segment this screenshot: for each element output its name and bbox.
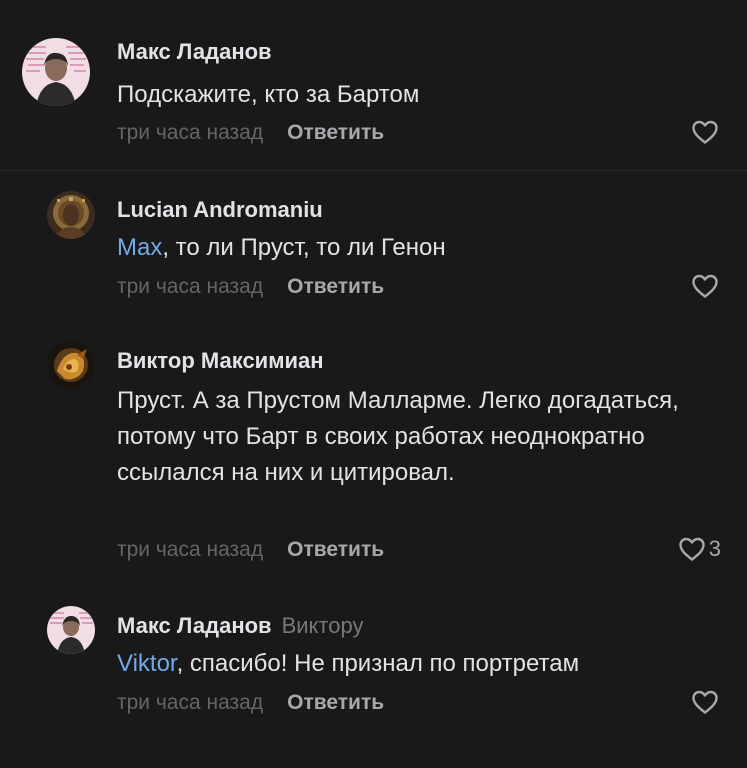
like-button[interactable] xyxy=(691,689,719,715)
comment-meta: три часа назад Ответить xyxy=(117,120,384,146)
avatar-image xyxy=(22,38,90,106)
comment-item: Lucian Andromaniu Max, то ли Пруст, то л… xyxy=(0,171,747,321)
reply-button[interactable]: Ответить xyxy=(287,538,384,561)
avatar[interactable] xyxy=(47,191,95,239)
comment-author[interactable]: Макс Ладанов xyxy=(117,38,272,66)
comment-item: Виктор Максимиан Пруст. А за Прустом Мал… xyxy=(0,321,747,581)
reply-button[interactable]: Ответить xyxy=(287,275,384,298)
avatar[interactable] xyxy=(22,38,90,106)
avatar-image xyxy=(47,191,95,239)
avatar-image xyxy=(47,341,95,389)
heart-outline-icon xyxy=(692,120,718,144)
reply-button[interactable]: Ответить xyxy=(287,121,384,144)
heart-outline-icon xyxy=(679,537,705,561)
comment-meta: три часа назад Ответить xyxy=(117,690,384,716)
reply-to-label[interactable]: Виктору xyxy=(282,613,364,638)
heart-outline-icon xyxy=(692,274,718,298)
comment-meta: три часа назад Ответить xyxy=(117,274,384,300)
like-button[interactable] xyxy=(691,273,719,299)
heart-outline-icon xyxy=(692,690,718,714)
mention-link[interactable]: Max xyxy=(117,234,162,261)
comment-author[interactable]: Виктор Максимиан xyxy=(117,347,324,375)
comment-time: три часа назад xyxy=(117,691,264,714)
comment-time: три часа назад xyxy=(117,275,264,298)
comment-time: три часа назад xyxy=(117,121,264,144)
comment-item: Макс Ладанов Подскажите, кто за Бартом т… xyxy=(0,0,747,170)
comment-text: Пруст. А за Прустом Малларме. Легко дога… xyxy=(117,387,679,486)
comment-text: Max, то ли Пруст, то ли Генон xyxy=(117,234,446,261)
comment-item: Макс Ладанов Виктору Viktor, спасибо! Не … xyxy=(0,581,747,768)
avatar-image xyxy=(47,606,95,654)
avatar[interactable] xyxy=(47,341,95,389)
like-count: 3 xyxy=(708,536,721,561)
comment-text: Подскажите, кто за Бартом xyxy=(117,81,420,108)
reply-button[interactable]: Ответить xyxy=(287,691,384,714)
avatar[interactable] xyxy=(47,606,95,654)
comment-author[interactable]: Lucian Andromaniu xyxy=(117,196,323,224)
comment-time: три часа назад xyxy=(117,538,264,561)
like-button[interactable] xyxy=(691,119,719,145)
mention-link[interactable]: Viktor xyxy=(117,650,177,677)
comment-author[interactable]: Макс Ладанов Виктору xyxy=(117,612,363,640)
comment-text: Viktor, спасибо! Не признал по портретам xyxy=(117,650,580,677)
comment-meta: три часа назад Ответить xyxy=(117,537,384,563)
like-button[interactable]: 3 xyxy=(678,536,721,562)
